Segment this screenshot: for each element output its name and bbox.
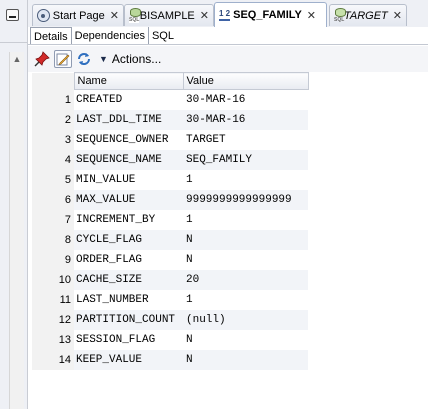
row-number: 4 <box>32 149 74 170</box>
tab-label: TARGET <box>343 9 388 22</box>
table-row[interactable]: 1 CREATED 30-MAR-16 <box>32 89 308 110</box>
cell-value[interactable]: 30-MAR-16 <box>183 109 308 130</box>
cell-name[interactable]: CREATED <box>74 89 183 110</box>
row-number: 14 <box>32 349 74 370</box>
cell-name[interactable]: ORDER_FLAG <box>74 249 183 270</box>
chevron-down-icon: ▼ <box>99 54 108 64</box>
column-header-value[interactable]: Value <box>182 72 309 90</box>
cell-value[interactable]: 1 <box>183 209 308 230</box>
sequence-icon: 1 2 <box>219 9 231 21</box>
table-row[interactable]: 7 INCREMENT_BY 1 <box>32 209 308 230</box>
row-number: 10 <box>32 269 74 290</box>
table-row[interactable]: 10 CACHE_SIZE 20 <box>32 269 308 290</box>
toolbar: ▼ Actions... <box>28 46 428 72</box>
tab-dependencies[interactable]: Dependencies <box>72 27 149 44</box>
table-row[interactable]: 8 CYCLE_FLAG N <box>32 229 308 250</box>
cell-value[interactable]: TARGET <box>183 129 308 150</box>
row-number: 13 <box>32 329 74 350</box>
pin-icon[interactable] <box>33 50 51 68</box>
sql-worksheet-icon: SQL <box>334 8 346 23</box>
cell-name[interactable]: SEQUENCE_OWNER <box>74 129 183 150</box>
scroll-up-icon[interactable]: ▲ <box>10 52 24 66</box>
table-row[interactable]: 12 PARTITION_COUNT (null) <box>32 309 308 330</box>
start-page-icon <box>37 9 50 22</box>
row-number-header <box>32 72 74 90</box>
table-row[interactable]: 5 MIN_VALUE 1 <box>32 169 308 190</box>
editor-tab-bar: Start Page ✕ SQL BISAMPLE ✕ 1 2 SEQ_FAMI… <box>28 0 428 28</box>
cell-name[interactable]: LAST_NUMBER <box>74 289 183 310</box>
divider <box>0 42 27 43</box>
close-icon[interactable]: ✕ <box>307 9 316 22</box>
cell-name[interactable]: PARTITION_COUNT <box>74 309 183 330</box>
table-row[interactable]: 2 LAST_DDL_TIME 30-MAR-16 <box>32 109 308 130</box>
cell-name[interactable]: SESSION_FLAG <box>74 329 183 350</box>
tab-start-page[interactable]: Start Page ✕ <box>32 4 124 26</box>
table-row[interactable]: 9 ORDER_FLAG N <box>32 249 308 270</box>
tab-bisample[interactable]: SQL BISAMPLE ✕ <box>124 4 214 26</box>
cell-name[interactable]: MAX_VALUE <box>74 189 183 210</box>
cell-name[interactable]: CACHE_SIZE <box>74 269 183 290</box>
cell-name[interactable]: MIN_VALUE <box>74 169 183 190</box>
row-number: 1 <box>32 89 74 110</box>
minimize-icon[interactable] <box>6 9 19 21</box>
tab-sql[interactable]: SQL <box>149 27 177 44</box>
row-number: 2 <box>32 109 74 130</box>
actions-label: Actions... <box>111 52 162 66</box>
close-icon[interactable]: ✕ <box>110 9 119 22</box>
cell-value[interactable]: N <box>183 229 308 250</box>
cell-value[interactable]: 1 <box>183 289 308 310</box>
cell-value[interactable]: N <box>183 349 308 370</box>
refresh-icon[interactable] <box>75 50 93 68</box>
row-number: 7 <box>32 209 74 230</box>
row-number: 3 <box>32 129 74 150</box>
cell-value[interactable]: N <box>183 249 308 270</box>
cell-value[interactable]: 30-MAR-16 <box>183 89 308 110</box>
table-row[interactable]: 3 SEQUENCE_OWNER TARGET <box>32 129 308 150</box>
cell-value[interactable]: (null) <box>183 309 308 330</box>
details-grid: Name Value 1 CREATED 30-MAR-16 2 LAST_DDL_TI… <box>32 72 309 370</box>
sql-worksheet-icon: SQL <box>129 8 141 23</box>
table-row[interactable]: 11 LAST_NUMBER 1 <box>32 289 308 310</box>
tab-label: Start Page <box>52 9 105 22</box>
cell-value[interactable]: SEQ_FAMILY <box>183 149 308 170</box>
row-number: 11 <box>32 289 74 310</box>
detail-subtabs: Details Dependencies SQL <box>28 27 428 45</box>
table-row[interactable]: 14 KEEP_VALUE N <box>32 349 308 370</box>
column-header-name[interactable]: Name <box>73 72 184 90</box>
row-number: 9 <box>32 249 74 270</box>
cell-value[interactable]: 20 <box>183 269 308 290</box>
cell-value[interactable]: 1 <box>183 169 308 190</box>
cell-value[interactable]: 9999999999999999 <box>183 189 308 210</box>
tab-label: BISAMPLE <box>139 9 195 22</box>
edit-icon[interactable] <box>54 50 72 68</box>
row-number: 6 <box>32 189 74 210</box>
tab-details[interactable]: Details <box>30 27 72 44</box>
cell-name[interactable]: INCREMENT_BY <box>74 209 183 230</box>
actions-menu-button[interactable]: ▼ Actions... <box>99 52 161 66</box>
vertical-scrollbar[interactable]: ▲ <box>9 52 24 409</box>
cell-name[interactable]: SEQUENCE_NAME <box>74 149 183 170</box>
row-number: 12 <box>32 309 74 330</box>
cell-name[interactable]: LAST_DDL_TIME <box>74 109 183 130</box>
table-row[interactable]: 6 MAX_VALUE 9999999999999999 <box>32 189 308 210</box>
row-number: 8 <box>32 229 74 250</box>
table-row[interactable]: 13 SESSION_FLAG N <box>32 329 308 350</box>
cell-name[interactable]: KEEP_VALUE <box>74 349 183 370</box>
close-icon[interactable]: ✕ <box>200 9 209 22</box>
tab-label: SEQ_FAMILY <box>233 9 302 21</box>
close-icon[interactable]: ✕ <box>393 9 402 22</box>
table-row[interactable]: 4 SEQUENCE_NAME SEQ_FAMILY <box>32 149 308 170</box>
tab-seq-family[interactable]: 1 2 SEQ_FAMILY ✕ <box>214 2 327 27</box>
tab-target[interactable]: SQL TARGET ✕ <box>329 4 407 26</box>
row-number: 5 <box>32 169 74 190</box>
cell-name[interactable]: CYCLE_FLAG <box>74 229 183 250</box>
left-panel-strip: ▲ <box>0 0 28 409</box>
cell-value[interactable]: N <box>183 329 308 350</box>
